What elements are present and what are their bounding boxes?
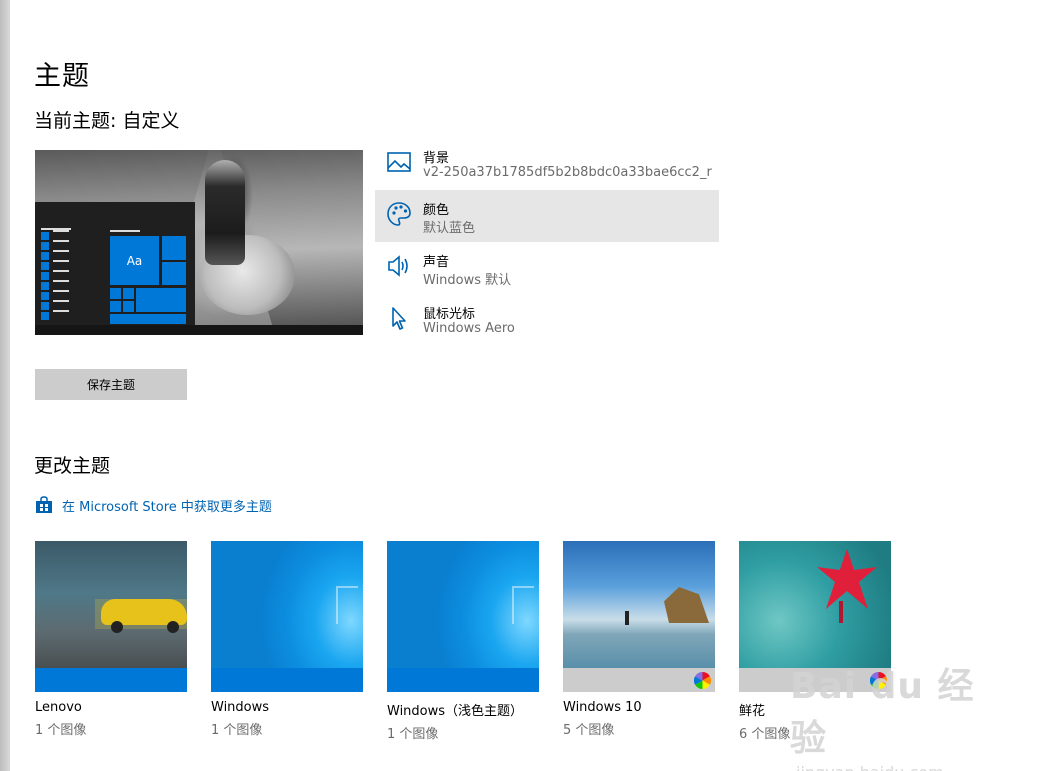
- theme-image-count: 1 个图像: [35, 723, 87, 738]
- color-wheel-icon: [694, 672, 711, 689]
- change-theme-heading: 更改主题: [34, 455, 111, 477]
- microsoft-store-link[interactable]: 在 Microsoft Store 中获取更多主题: [35, 495, 272, 515]
- preview-tiles: Aa: [110, 236, 186, 324]
- preview-menu-icons: [41, 232, 49, 322]
- setting-color[interactable]: 颜色 默认蓝色: [375, 190, 719, 242]
- setting-name: 颜色: [423, 203, 450, 218]
- theme-image-count: 1 个图像: [211, 723, 263, 738]
- speaker-icon: [388, 255, 408, 277]
- page-title: 主题: [34, 61, 90, 92]
- preview-tile-aa: Aa: [110, 236, 159, 285]
- save-theme-button[interactable]: 保存主题: [35, 369, 187, 400]
- windows-logo-glow: [512, 586, 534, 624]
- preview-taskbar: [35, 325, 363, 335]
- preview-menu-lines: [53, 230, 69, 320]
- current-theme-label: 当前主题: 自定义: [34, 110, 180, 132]
- theme-accent-strip: [563, 668, 715, 692]
- setting-name: 声音: [423, 255, 450, 270]
- setting-sound[interactable]: 声音 Windows 默认: [375, 242, 719, 294]
- baidu-watermark: Bai du 经验 jingyan.baidu.com: [790, 657, 1000, 771]
- watermark-logo-text: Bai du 经验: [790, 666, 975, 759]
- theme-preview: Aa: [35, 150, 363, 335]
- theme-name: Lenovo: [35, 700, 82, 715]
- setting-background[interactable]: 背景 v2-250a37b1785df5b2b8bdc0a33bae6cc2_r: [375, 138, 719, 190]
- theme-thumbnail: [387, 541, 539, 692]
- preview-start-menu: Aa: [35, 202, 363, 335]
- theme-card-windows-light[interactable]: Windows（浅色主题） 1 个图像: [387, 541, 539, 742]
- setting-value: Windows Aero: [423, 321, 515, 336]
- cursor-icon: [392, 307, 406, 330]
- setting-value: 默认蓝色: [423, 221, 476, 236]
- setting-value: Windows 默认: [423, 273, 512, 288]
- setting-value: v2-250a37b1785df5b2b8bdc0a33bae6cc2_r: [423, 165, 712, 180]
- theme-accent-strip: [387, 668, 539, 692]
- setting-name: 鼠标光标: [423, 307, 476, 322]
- window-left-edge: [0, 0, 10, 771]
- theme-image-count: 5 个图像: [563, 723, 615, 738]
- theme-thumbnail: [35, 541, 187, 692]
- person-silhouette: [625, 611, 629, 625]
- theme-card-windows[interactable]: Windows 1 个图像: [211, 541, 363, 738]
- theme-thumbnail: [211, 541, 363, 692]
- setting-cursor[interactable]: 鼠标光标 Windows Aero: [375, 294, 719, 346]
- watermark-url: jingyan.baidu.com: [790, 763, 1000, 771]
- rock-formation: [664, 587, 709, 623]
- store-bag-icon: [36, 496, 52, 513]
- preview-girl: [205, 160, 245, 265]
- theme-name: Windows（浅色主题）: [387, 704, 524, 719]
- theme-card-lenovo[interactable]: Lenovo 1 个图像: [35, 541, 187, 738]
- red-flower: [817, 549, 877, 609]
- windows-logo-glow: [336, 586, 358, 624]
- setting-name: 背景: [423, 151, 450, 166]
- theme-accent-strip: [35, 668, 187, 692]
- picture-icon: [387, 152, 411, 172]
- theme-image-count: 1 个图像: [387, 727, 439, 742]
- theme-card-windows-10[interactable]: Windows 10 5 个图像: [563, 541, 715, 738]
- store-link-text: 在 Microsoft Store 中获取更多主题: [62, 499, 272, 515]
- palette-icon: [387, 202, 411, 226]
- theme-name: Windows: [211, 700, 270, 715]
- theme-name: Windows 10: [563, 700, 642, 715]
- theme-thumbnail: [563, 541, 715, 692]
- theme-accent-strip: [211, 668, 363, 692]
